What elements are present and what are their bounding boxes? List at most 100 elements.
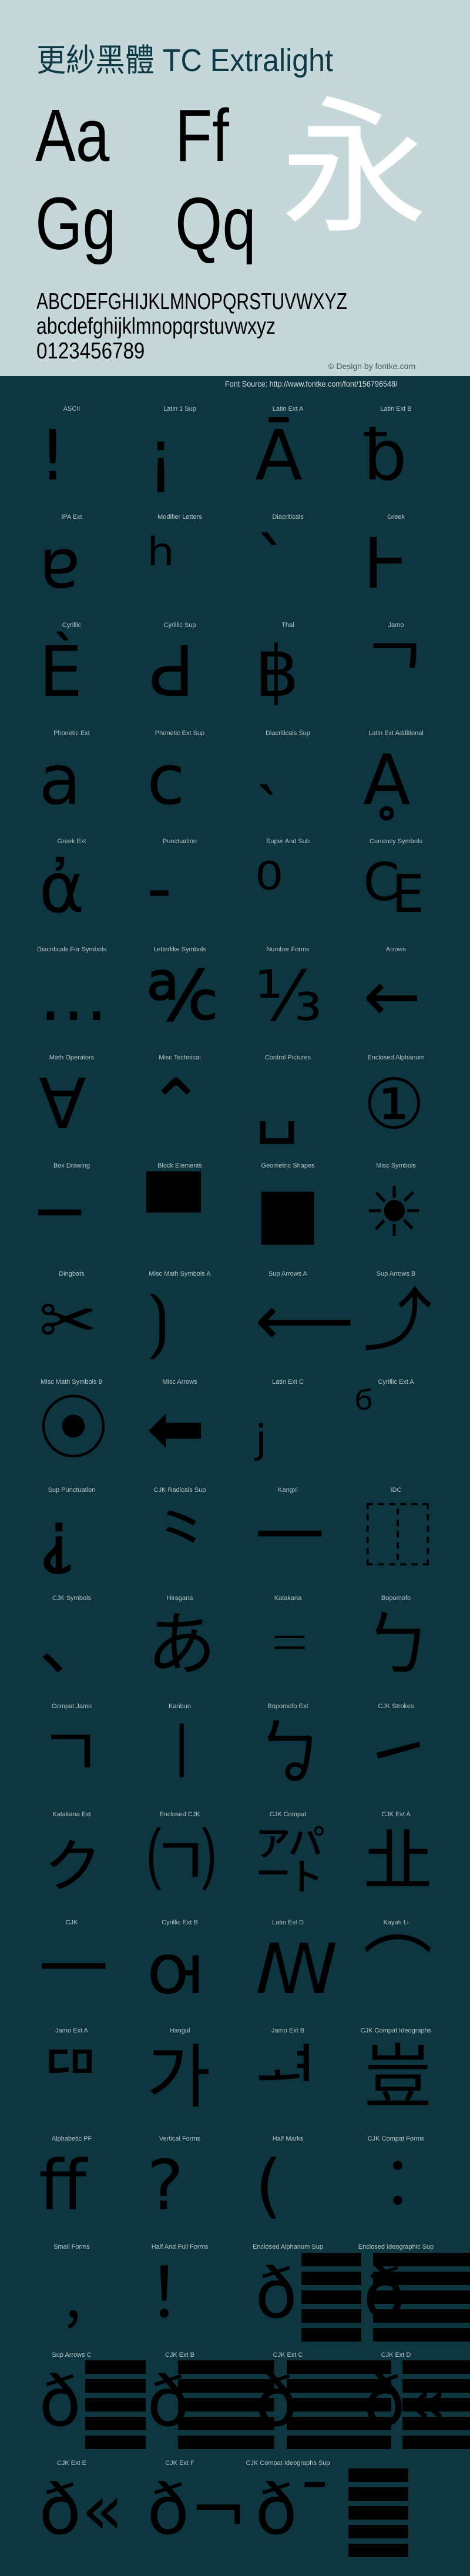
- block-label: Cyrillic Ext A: [378, 1378, 414, 1386]
- block-cell: Math Operators ∀: [18, 1053, 126, 1161]
- block-cell: Diacriticals ˋ: [234, 512, 342, 620]
- block-label: Misc Math Symbols A: [149, 1270, 211, 1277]
- block-label: Half Marks: [272, 2135, 304, 2142]
- block-label: Jamo: [388, 622, 404, 629]
- block-cell: Kayah Li ⌒: [342, 1918, 450, 2026]
- block-glyph: ﹐: [39, 2253, 109, 2334]
- block-label: CJK Compat Ideographs Sup: [246, 2460, 330, 2467]
- block-glyph: ⼀: [255, 1496, 325, 1577]
- block-label: Cyrillic: [62, 622, 82, 629]
- block-cell: Block Elements ▀: [126, 1161, 234, 1269]
- block-cell: Jamo Ext B ힰ: [234, 2026, 342, 2134]
- block-cell: Control Pictures ␣: [234, 1053, 342, 1161]
- block-cell: Sup Arrows B ⤴: [342, 1269, 450, 1377]
- block-glyph: ɐ: [39, 523, 80, 604]
- block-cell: Kanbun ㆐: [126, 1702, 234, 1810]
- block-cell: Misc Symbols ☀: [342, 1161, 450, 1269]
- block-glyph: ︰: [363, 2145, 433, 2226]
- block-cell: Latin Ext Additional Ḁ: [342, 729, 450, 837]
- block-glyph: ⬅: [147, 1388, 205, 1469]
- block-glyph: ␣: [255, 1064, 299, 1145]
- block-glyph: ˴: [255, 739, 278, 820]
- block-label: Katakana Ext: [52, 1811, 91, 1818]
- block-label: Punctuation: [162, 838, 197, 845]
- block-label: CJK Strokes: [378, 1703, 414, 1710]
- block-glyph: ð¬: [147, 2469, 248, 2550]
- block-glyph: Ā: [255, 415, 303, 496]
- block-glyph: ㇀: [363, 1712, 433, 1793]
- block-glyph: ἀ: [39, 847, 85, 928]
- design-credit: © Design by fontke.com: [328, 361, 415, 371]
- block-cell: Greek Ext ἀ: [18, 837, 126, 945]
- block-glyph: ㄅ: [363, 1604, 433, 1685]
- block-glyph: ℀: [147, 955, 218, 1037]
- block-glyph: ƀ: [363, 415, 407, 496]
- block-cell: Geometric Shapes ■: [234, 1161, 342, 1269]
- block-glyph: ☀: [363, 1172, 425, 1253]
- block-label: Dingbats: [59, 1270, 85, 1277]
- block-cell: CJK Compat ㌀: [234, 1810, 342, 1918]
- block-cell: CJK Compat Forms ︰: [342, 2134, 450, 2242]
- block-glyph: 豈: [363, 2037, 433, 2118]
- block-label: Half And Full Forms: [151, 2243, 209, 2250]
- block-cell: Sup Punctuation ⸘: [18, 1485, 126, 1594]
- block-glyph: ⅓: [255, 955, 323, 1037]
- block-label: Alphabetic PF: [51, 2135, 92, 2142]
- block-glyph: ゠: [255, 1604, 325, 1685]
- block-label: Block Elements: [157, 1162, 202, 1169]
- uppercase-sample: ABCDEFGHIJKLMNOPQRSTUVWXYZ: [36, 289, 347, 314]
- block-glyph: ㇰ: [39, 1820, 109, 1901]
- block-label: CJK Radicals Sup: [153, 1487, 206, 1494]
- block-glyph: ð: [39, 2361, 82, 2442]
- block-glyph: ฿: [255, 631, 300, 712]
- block-label: Misc Symbols: [376, 1162, 416, 1169]
- missing-glyph-box: [85, 2360, 146, 2449]
- block-glyph: ！: [147, 2253, 217, 2334]
- block-glyph: ₠: [363, 847, 424, 928]
- block-cell: Kangxi ⼀: [234, 1485, 342, 1594]
- block-glyph: ힰ: [255, 2037, 319, 2118]
- block-glyph: ‐: [147, 847, 172, 928]
- block-cell: CJK Ext A 㐀: [342, 1810, 450, 1918]
- block-glyph: ⦿: [39, 1388, 109, 1469]
- block-label: Sup Arrows A: [268, 1270, 308, 1277]
- block-cell: Latin Ext B ƀ: [342, 404, 450, 512]
- block-glyph: ꥠ: [39, 2037, 103, 2118]
- block-label: Thai: [281, 622, 294, 629]
- missing-glyph-box: [348, 2468, 408, 2557]
- block-label: Latin Ext B: [380, 405, 412, 412]
- block-cell: Arrows ←: [342, 945, 450, 1053]
- block-cell: Box Drawing ─: [18, 1161, 126, 1269]
- block-label: Currency Symbols: [370, 838, 422, 845]
- block-cell: Latin Ext C ⱼ: [234, 1377, 342, 1485]
- block-glyph: ð: [255, 2253, 298, 2334]
- block-cell: Katakana ゠: [234, 1594, 342, 1702]
- block-cell: Thai ฿: [234, 620, 342, 729]
- block-cell: Diacriticals For Symbols…: [18, 945, 126, 1053]
- block-label: CJK Ext B: [164, 2352, 195, 2359]
- block-cell: Vertical Forms?: [126, 2134, 234, 2242]
- block-glyph: ⁰: [255, 847, 283, 928]
- block-label: Cyrillic Sup: [163, 622, 196, 629]
- block-cell: IPA Ext ɐ: [18, 512, 126, 620]
- block-cell: Misc Technical ⌃: [126, 1053, 234, 1161]
- block-glyph: 㐀: [363, 1820, 433, 1901]
- block-glyph: 가: [147, 2037, 211, 2118]
- block-cell: Half And Full Forms ！: [126, 2242, 234, 2350]
- block-glyph: ⟯: [147, 1280, 170, 1361]
- block-label: Misc Arrows: [162, 1378, 197, 1386]
- block-glyph: ˋ: [255, 523, 290, 604]
- block-cell: Misc Math Symbols B ⦿: [18, 1377, 126, 1485]
- block-glyph: ▀: [147, 1172, 200, 1253]
- block-cell: Currency Symbols ₠: [342, 837, 450, 945]
- block-cell: Punctuation ‐: [126, 837, 234, 945]
- block-cell: CJK Ext E ð«: [18, 2458, 126, 2567]
- block-label: Kanbun: [169, 1703, 191, 1710]
- block-label: Sup Punctuation: [48, 1487, 96, 1494]
- block-glyph: ⱼ: [255, 1388, 267, 1469]
- block-label: Box Drawing: [53, 1162, 90, 1169]
- block-glyph: ð«: [39, 2469, 124, 2550]
- block-glyph: ─: [39, 1172, 81, 1253]
- font-source-link[interactable]: Font Source: http://www.fontke.com/font/…: [225, 379, 397, 388]
- hero-glyph: 永: [281, 83, 428, 254]
